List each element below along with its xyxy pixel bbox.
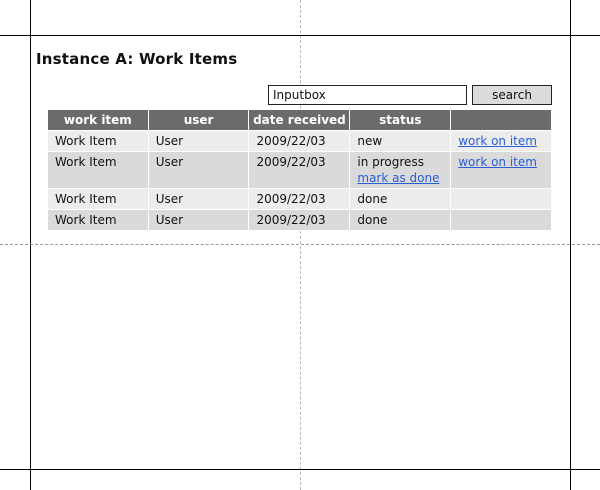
cell-action: [451, 210, 551, 230]
cell-action: work on item: [451, 131, 551, 151]
cell-user: User: [148, 189, 249, 209]
cell-date: 2009/22/03: [249, 210, 350, 230]
guide-line-center: [300, 0, 301, 490]
cell-status: done: [350, 210, 451, 230]
search-input[interactable]: [268, 85, 467, 105]
status-text: in progress: [357, 155, 424, 169]
cell-date: 2009/22/03: [249, 152, 350, 188]
table-row: Work Item User 2009/22/03 new work on it…: [48, 131, 551, 151]
cell-date: 2009/22/03: [249, 131, 350, 151]
header-work-item[interactable]: work item: [48, 110, 148, 130]
cell-status: done: [350, 189, 451, 209]
guide-line-fold: [0, 244, 600, 245]
table-header-row: work item user date received status: [48, 110, 551, 130]
table-row: Work Item User 2009/22/03 in progress ma…: [48, 152, 551, 188]
header-user[interactable]: user: [148, 110, 249, 130]
guide-line-right: [570, 0, 571, 490]
cell-user: User: [148, 210, 249, 230]
guide-line-left: [30, 0, 31, 490]
work-on-item-link[interactable]: work on item: [458, 134, 537, 148]
work-items-table: work item user date received status Work…: [47, 109, 552, 231]
cell-user: User: [148, 131, 249, 151]
header-actions: [451, 110, 551, 130]
header-date-received[interactable]: date received: [249, 110, 350, 130]
work-on-item-link[interactable]: work on item: [458, 155, 537, 169]
cell-status: in progress mark as done: [350, 152, 451, 188]
cell-work-item: Work Item: [48, 131, 148, 151]
cell-action: work on item: [451, 152, 551, 188]
guide-line-bottom: [0, 469, 600, 470]
header-status[interactable]: status: [350, 110, 451, 130]
cell-date: 2009/22/03: [249, 189, 350, 209]
guide-line-top: [0, 35, 600, 36]
cell-action: [451, 189, 551, 209]
cell-user: User: [148, 152, 249, 188]
cell-work-item: Work Item: [48, 189, 148, 209]
cell-status: new: [350, 131, 451, 151]
table-row: Work Item User 2009/22/03 done: [48, 210, 551, 230]
cell-work-item: Work Item: [48, 210, 148, 230]
cell-work-item: Work Item: [48, 152, 148, 188]
table-row: Work Item User 2009/22/03 done: [48, 189, 551, 209]
search-button[interactable]: search: [472, 85, 552, 105]
page-title: Instance A: Work Items: [36, 50, 238, 68]
mark-as-done-link[interactable]: mark as done: [357, 171, 439, 185]
